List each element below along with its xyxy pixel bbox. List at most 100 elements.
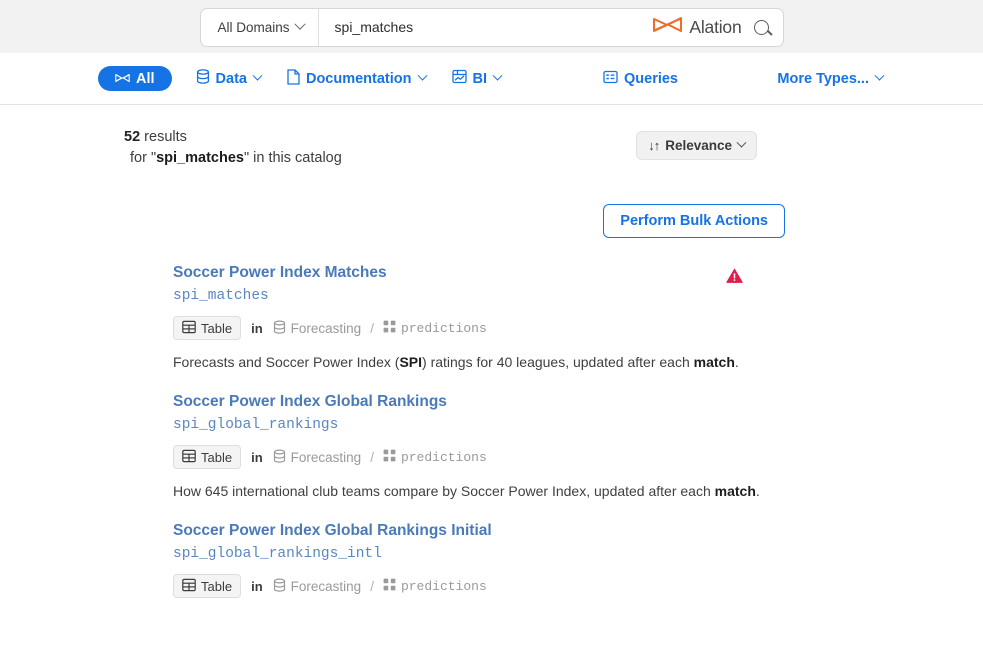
results-count: 52	[124, 129, 141, 145]
tab-bi-label: BI	[472, 70, 488, 87]
result-title[interactable]: Soccer Power Index Matches	[173, 262, 785, 284]
result-badge-row: Table in Forecasting / predictions	[173, 445, 785, 469]
result-schema[interactable]: predictions	[383, 320, 487, 337]
for-word: for "	[130, 150, 157, 166]
result-source-label: Forecasting	[290, 449, 362, 465]
nav-items: All Data Documentation BI Queries	[98, 65, 680, 93]
result-schema-label: predictions	[400, 449, 487, 465]
breadcrumb-separator: /	[370, 320, 374, 336]
results-word: results	[144, 129, 187, 145]
tab-data[interactable]: Data	[194, 65, 263, 92]
result-type-chip[interactable]: Table	[173, 574, 242, 598]
result-source-label: Forecasting	[290, 320, 362, 336]
document-icon	[287, 68, 300, 89]
in-word: in	[251, 320, 263, 336]
breadcrumb-separator: /	[370, 449, 374, 465]
tab-all-label: All	[136, 70, 155, 87]
schema-grid-icon	[383, 449, 396, 466]
tab-queries-label: Queries	[624, 70, 678, 87]
perform-bulk-actions-button[interactable]: Perform Bulk Actions	[603, 204, 785, 238]
result-source[interactable]: Forecasting	[273, 320, 362, 337]
chevron-down-icon	[492, 70, 503, 81]
tab-queries[interactable]: Queries	[601, 66, 680, 92]
result-description: Forecasts and Soccer Power Index (SPI) r…	[173, 354, 739, 370]
search-input-wrap	[319, 9, 654, 46]
global-search-bar: All Domains Alation	[199, 7, 784, 47]
database-icon	[273, 449, 286, 466]
brand-name: Alation	[689, 16, 742, 37]
search-icon[interactable]	[753, 19, 769, 35]
schema-grid-icon	[383, 578, 396, 595]
result-item: Soccer Power Index Matches spi_matches Tab…	[173, 262, 785, 391]
search-term: spi_matches	[156, 150, 244, 166]
more-types-label: More Types...	[777, 70, 869, 87]
database-icon	[273, 578, 286, 595]
in-word: in	[251, 449, 263, 465]
result-key[interactable]: spi_global_rankings_intl	[173, 543, 785, 565]
result-type-chip[interactable]: Table	[173, 445, 242, 469]
database-icon	[273, 320, 286, 337]
more-types-wrap: More Types...	[775, 67, 885, 91]
breadcrumb-separator: /	[370, 578, 374, 594]
results-list: Soccer Power Index Matches spi_matches Tab…	[0, 262, 955, 617]
warning-triangle-icon[interactable]	[726, 268, 743, 289]
highlighted-term: SPI	[399, 354, 423, 370]
result-title[interactable]: Soccer Power Index Global Rankings Initi…	[173, 520, 785, 542]
more-types-button[interactable]: More Types...	[775, 67, 885, 91]
highlighted-term: match	[693, 354, 735, 370]
result-schema-label: predictions	[400, 578, 487, 594]
tab-all[interactable]: All	[98, 66, 172, 91]
table-icon	[182, 578, 196, 595]
result-description: How 645 international club teams compare…	[173, 483, 760, 499]
results-count-line: 52 results	[124, 127, 342, 148]
result-key[interactable]: spi_matches	[173, 285, 785, 307]
result-source-label: Forecasting	[290, 578, 362, 594]
results-meta-row: 52 results for "spi_matches" in this cat…	[0, 105, 955, 169]
alation-bowtie-logo	[653, 16, 683, 39]
result-source[interactable]: Forecasting	[273, 578, 362, 595]
domain-selector-label: All Domains	[217, 19, 290, 35]
result-key[interactable]: spi_global_rankings	[173, 414, 785, 436]
sort-label: Relevance	[665, 138, 732, 153]
result-schema-label: predictions	[400, 320, 487, 336]
chevron-down-icon	[417, 70, 427, 81]
query-icon	[603, 70, 618, 88]
sort-arrows-icon: ↓↑	[648, 138, 660, 153]
bi-grid-chart-icon	[451, 69, 467, 88]
chevron-down-icon	[293, 18, 306, 30]
database-icon	[196, 69, 210, 88]
table-icon	[182, 320, 196, 337]
table-icon	[182, 449, 196, 466]
result-badge-row: Table in Forecasting / predictions	[173, 316, 785, 340]
result-item: Soccer Power Index Global Rankings spi_gl…	[173, 391, 785, 520]
domain-selector[interactable]: All Domains	[201, 8, 319, 46]
catalog-suffix: " in this catalog	[243, 150, 342, 166]
tab-bi[interactable]: BI	[450, 65, 504, 92]
result-type-chip[interactable]: Table	[173, 316, 242, 340]
result-source[interactable]: Forecasting	[273, 449, 362, 466]
tab-documentation-label: Documentation	[305, 70, 412, 87]
result-item: Soccer Power Index Global Rankings Initi…	[173, 520, 785, 617]
brand-block: Alation	[653, 9, 782, 46]
search-input[interactable]	[332, 18, 640, 36]
chevron-down-icon	[874, 70, 885, 81]
highlighted-term: match	[714, 483, 756, 499]
bowtie-icon	[115, 71, 130, 87]
result-schema[interactable]: predictions	[383, 449, 487, 466]
search-results-page: 52 results for "spi_matches" in this cat…	[0, 105, 983, 617]
object-type-nav: All Data Documentation BI Queries More T…	[0, 53, 983, 105]
result-badge-row: Table in Forecasting / predictions	[173, 574, 785, 598]
tab-data-label: Data	[215, 70, 247, 87]
result-type-label: Table	[201, 449, 233, 465]
chevron-down-icon	[736, 137, 747, 148]
results-query-line: for "spi_matches" in this catalog	[124, 148, 342, 169]
result-type-label: Table	[201, 578, 233, 594]
chevron-down-icon	[252, 70, 263, 81]
result-type-label: Table	[201, 320, 233, 336]
result-title[interactable]: Soccer Power Index Global Rankings	[173, 391, 785, 413]
sort-button[interactable]: ↓↑ Relevance	[636, 131, 757, 160]
result-schema[interactable]: predictions	[383, 578, 487, 595]
tab-documentation[interactable]: Documentation	[285, 65, 428, 93]
top-header-bar: All Domains Alation	[0, 0, 983, 53]
bulk-actions-row: Perform Bulk Actions	[0, 204, 955, 238]
